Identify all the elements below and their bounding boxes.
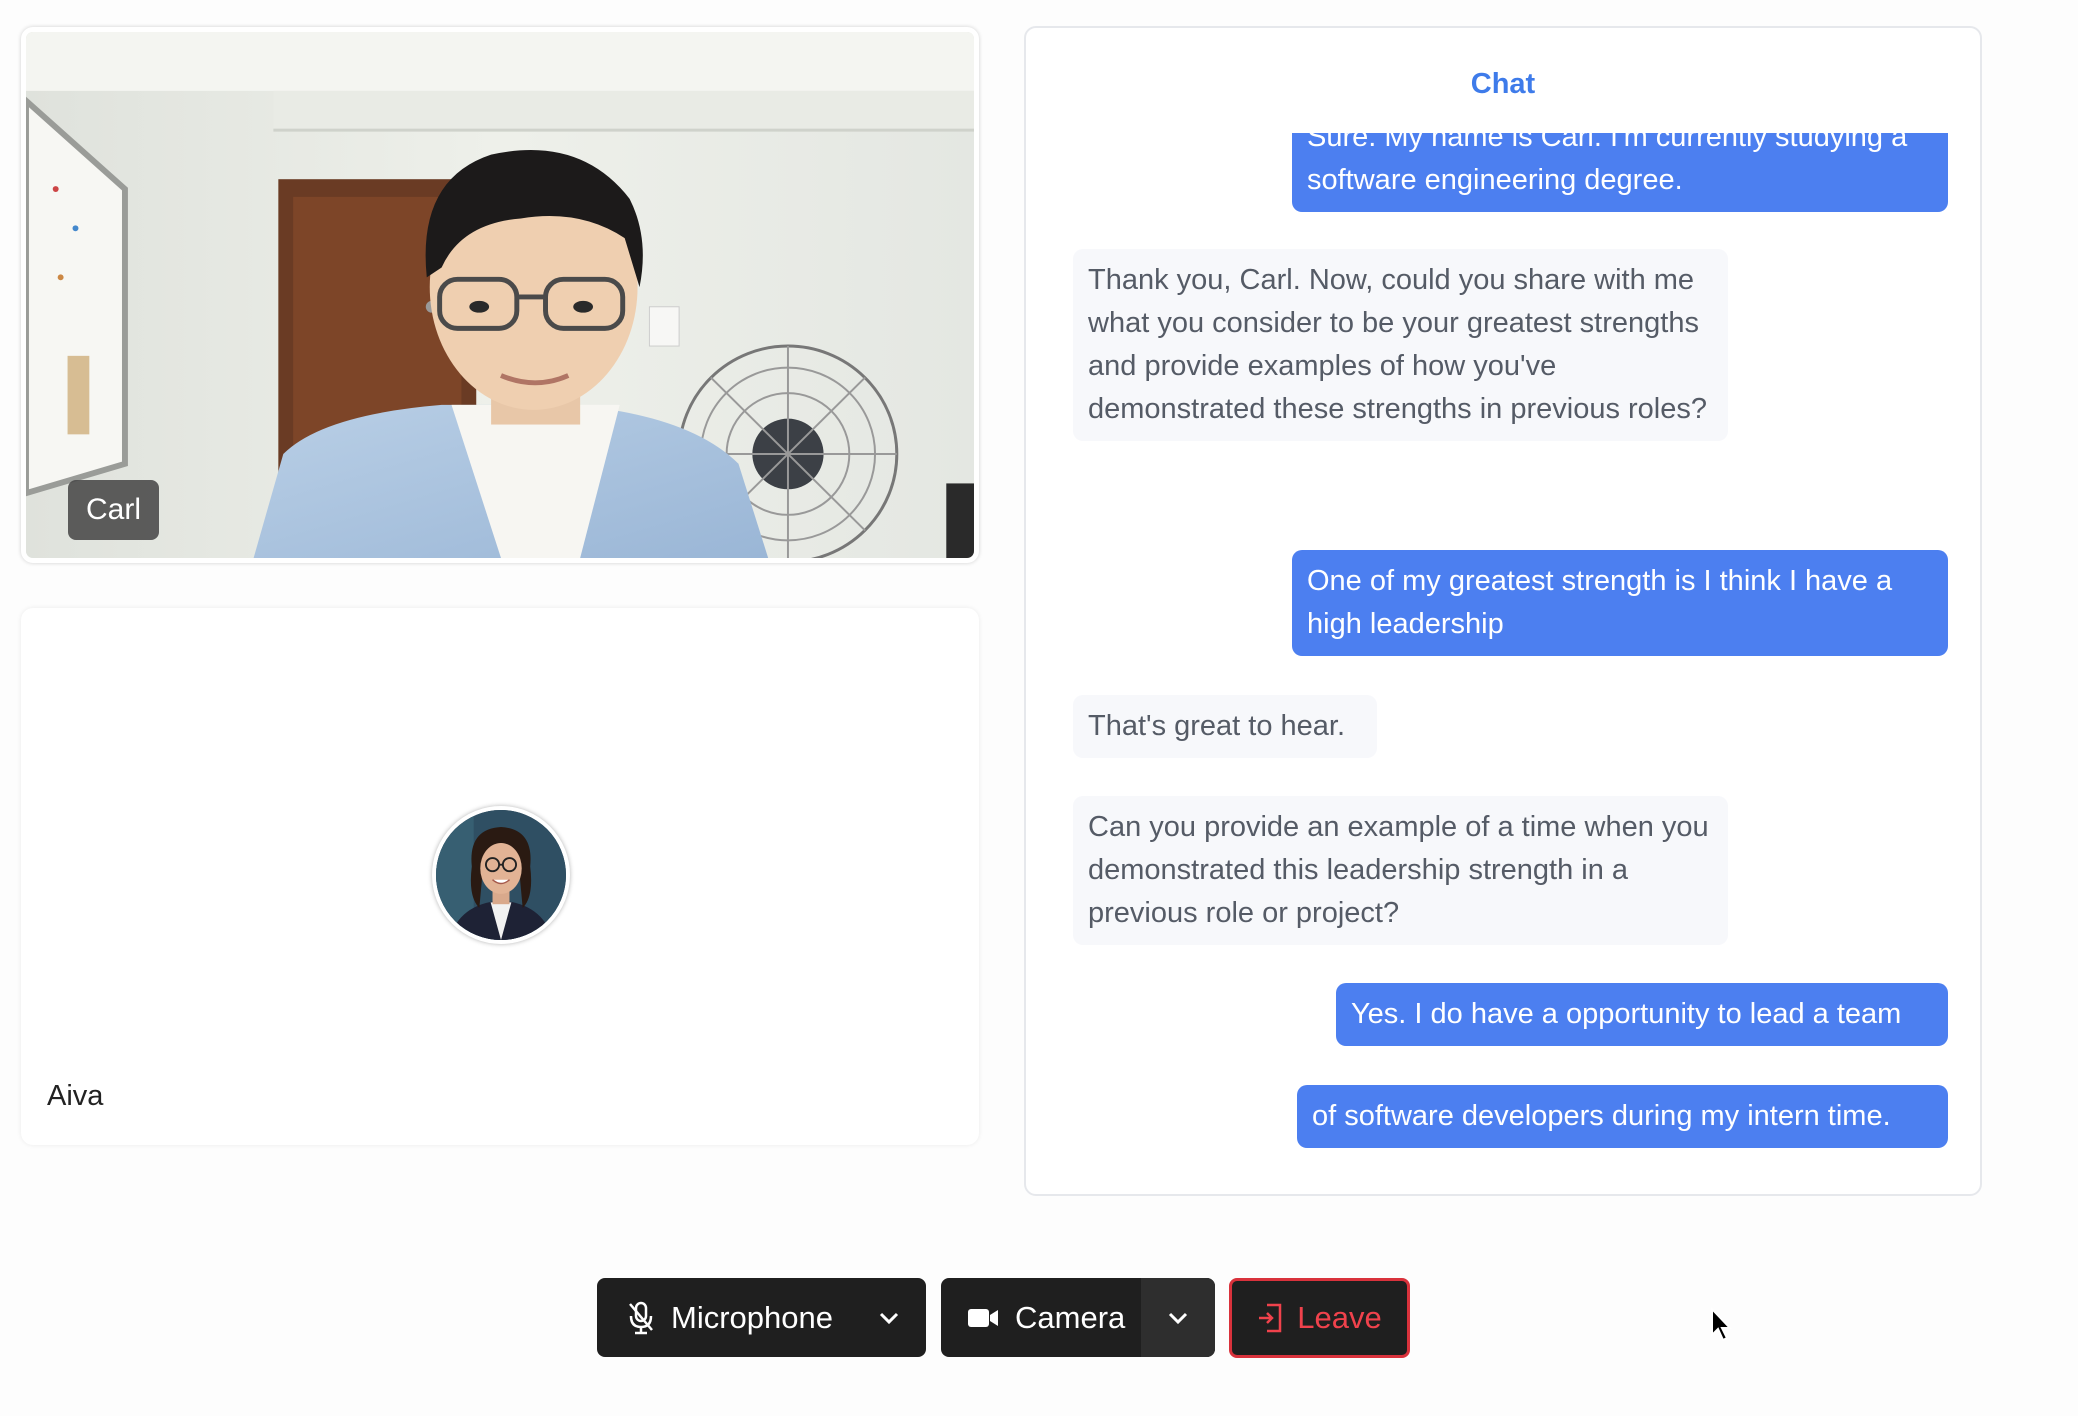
chevron-down-icon xyxy=(878,1311,900,1325)
chat-message-user: One of my greatest strength is I think I… xyxy=(1292,550,1948,656)
user-video-tile: Carl xyxy=(21,27,979,563)
ai-participant-name: Aiva xyxy=(47,1080,104,1112)
microphone-toggle-button[interactable]: Microphone xyxy=(597,1278,852,1357)
chat-message-user: of software developers during my intern … xyxy=(1297,1085,1948,1148)
camera-options-button[interactable] xyxy=(1141,1278,1215,1357)
exit-icon xyxy=(1257,1302,1283,1334)
leave-button[interactable]: Leave xyxy=(1229,1278,1410,1358)
ai-avatar xyxy=(432,806,570,944)
ai-participant-tile: Aiva xyxy=(21,608,979,1145)
camera-control: Camera xyxy=(941,1278,1215,1357)
chat-title: Chat xyxy=(1470,68,1536,100)
camera-toggle-button[interactable]: Camera xyxy=(941,1278,1141,1357)
microphone-control: Microphone xyxy=(597,1278,926,1357)
chat-message-user: Sure. My name is Carl. I'm currently stu… xyxy=(1292,133,1948,212)
camera-label: Camera xyxy=(1015,1299,1126,1335)
microphone-label: Microphone xyxy=(671,1299,833,1335)
chevron-down-icon xyxy=(1167,1311,1189,1325)
camera-feed xyxy=(26,32,974,558)
chat-message-bot: That's great to hear. xyxy=(1073,695,1377,758)
video-camera-icon xyxy=(967,1307,999,1329)
mic-off-icon xyxy=(627,1301,655,1335)
mouse-cursor-icon xyxy=(1711,1307,1733,1342)
microphone-options-button[interactable] xyxy=(852,1278,926,1357)
chat-panel: Chat Sure. My name is Carl. I'm currentl… xyxy=(1024,26,1982,1196)
leave-label: Leave xyxy=(1297,1300,1382,1335)
participant-name-tag: Carl xyxy=(68,480,160,540)
chat-message-bot: Thank you, Carl. Now, could you share wi… xyxy=(1073,249,1728,441)
chat-message-user: Yes. I do have a opportunity to lead a t… xyxy=(1336,983,1948,1046)
chat-message-list[interactable]: Sure. My name is Carl. I'm currently stu… xyxy=(1026,133,1980,1194)
chat-message-bot: Can you provide an example of a time whe… xyxy=(1073,796,1728,945)
